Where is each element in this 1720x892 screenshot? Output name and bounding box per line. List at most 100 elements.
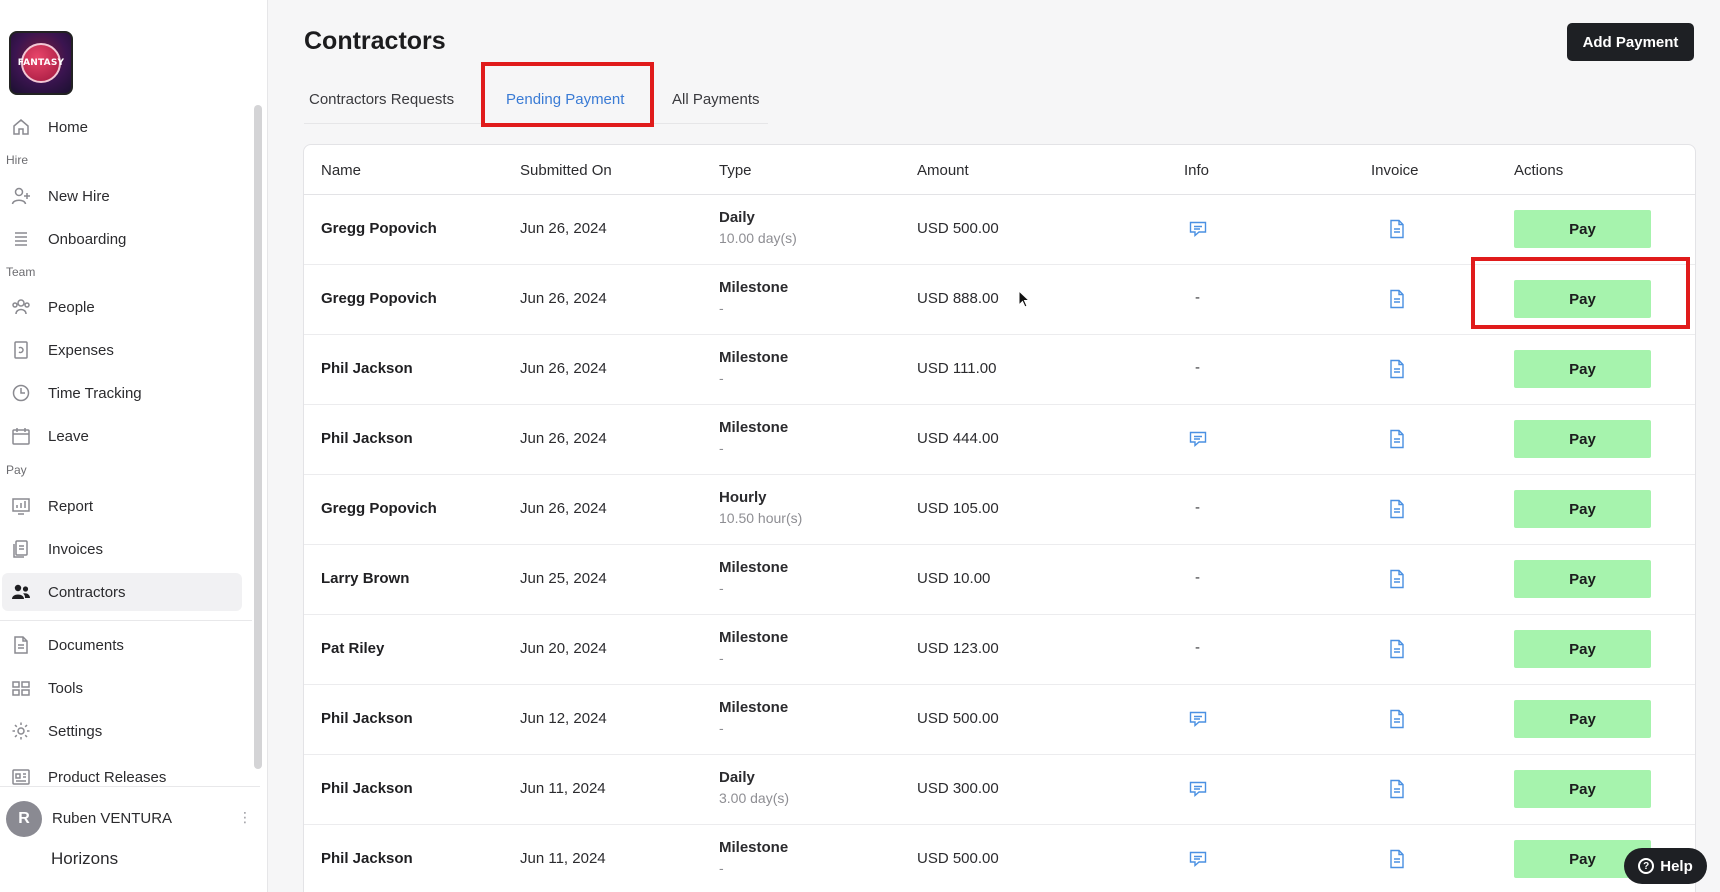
sidebar-item-invoices[interactable]: Invoices	[2, 530, 242, 568]
help-button[interactable]: ? Help	[1624, 848, 1707, 884]
invoice-document-icon[interactable]	[1388, 849, 1408, 869]
sidebar-item-label: Settings	[48, 722, 103, 740]
payment-type: Milestone	[719, 839, 789, 856]
page-title: Contractors	[304, 27, 446, 55]
pay-button[interactable]: Pay	[1514, 350, 1651, 388]
sidebar-divider	[0, 620, 252, 621]
sidebar-item-report[interactable]: Report	[2, 487, 242, 525]
sidebar-item-label: Report	[48, 497, 94, 515]
column-header-type: Type	[719, 162, 752, 179]
payment-type-detail: 3.00 day(s)	[719, 790, 790, 806]
payment-type-detail: -	[719, 440, 724, 456]
invoice-document-icon[interactable]	[1388, 429, 1408, 449]
contractor-name: Gregg Popovich	[321, 290, 437, 307]
submitted-date: Jun 20, 2024	[520, 640, 607, 657]
sidebar-item-label: Invoices	[48, 540, 104, 558]
mouse-cursor-icon	[1018, 290, 1031, 308]
column-header-actions: Actions	[1514, 162, 1564, 179]
payment-type-detail: 10.50 hour(s)	[719, 510, 803, 526]
sidebar-item-settings[interactable]: Settings	[2, 712, 242, 750]
pay-button[interactable]: Pay	[1514, 770, 1651, 808]
comment-icon[interactable]	[1188, 429, 1208, 449]
sidebar-item-label: Product Releases	[48, 768, 167, 786]
sidebar-item-time-tracking[interactable]: Time Tracking	[2, 374, 242, 412]
info-value: -	[1195, 569, 1200, 586]
info-value: -	[1195, 639, 1200, 656]
section-team: Team	[6, 265, 36, 279]
invoice-document-icon[interactable]	[1388, 569, 1408, 589]
amount: USD 500.00	[917, 850, 999, 867]
sidebar-item-label: New Hire	[48, 187, 110, 205]
more-options-icon[interactable]: ⋮	[238, 809, 252, 826]
sidebar-item-tools[interactable]: Tools	[2, 669, 242, 707]
submitted-date: Jun 25, 2024	[520, 570, 607, 587]
column-header-name: Name	[321, 162, 362, 179]
table-row: Gregg Popovich Jun 26, 2024 Hourly 10.50 ho…	[304, 475, 1695, 545]
pay-button[interactable]: Pay	[1514, 490, 1651, 528]
sidebar-item-label: Contractors	[48, 583, 126, 601]
payment-type: Daily	[719, 769, 755, 786]
app-root: FANTASY Home Hire New Hire Onboarding Te…	[0, 0, 1720, 892]
help-icon: ?	[1638, 858, 1655, 874]
info-value: -	[1195, 289, 1200, 306]
pay-button[interactable]: Pay	[1514, 630, 1651, 668]
table-row: Phil Jackson Jun 26, 2024 Milestone - USD 11…	[304, 335, 1695, 405]
company-name: Horizons	[51, 849, 119, 868]
info-value: -	[1195, 359, 1200, 376]
column-header-submitted-on: Submitted On	[520, 162, 612, 179]
sidebar-item-leave[interactable]: Leave	[2, 417, 242, 455]
submitted-date: Jun 26, 2024	[520, 290, 607, 307]
help-label: Help	[1660, 857, 1693, 875]
submitted-date: Jun 11, 2024	[520, 780, 606, 797]
invoice-document-icon[interactable]	[1388, 219, 1408, 239]
sidebar-item-new-hire[interactable]: New Hire	[2, 177, 242, 215]
table-header: Name Submitted On Type Amount Info Invoi…	[304, 145, 1695, 195]
tab-contractors-requests[interactable]: Contractors Requests	[309, 76, 454, 122]
payment-type: Milestone	[719, 699, 789, 716]
column-header-invoice: Invoice	[1371, 162, 1419, 179]
sidebar-scrollbar[interactable]	[254, 105, 262, 769]
invoice-document-icon[interactable]	[1388, 499, 1408, 519]
company-logo[interactable]: FANTASY	[9, 31, 73, 95]
tools-icon	[10, 677, 32, 699]
sidebar-item-expenses[interactable]: Expenses	[2, 331, 242, 369]
sidebar-item-label: Tools	[48, 679, 84, 697]
table-row: Phil Jackson Jun 11, 2024 Daily 3.00 day(s)…	[304, 755, 1695, 825]
table-row: Pat Riley Jun 20, 2024 Milestone - USD 123.0…	[304, 615, 1695, 685]
amount: USD 500.00	[917, 220, 999, 237]
invoice-document-icon[interactable]	[1388, 779, 1408, 799]
sidebar-item-contractors[interactable]: Contractors	[2, 573, 242, 611]
pay-button[interactable]: Pay	[1514, 420, 1651, 458]
sidebar-item-home[interactable]: Home	[2, 108, 242, 146]
column-header-info: Info	[1184, 162, 1210, 179]
contractor-name: Phil Jackson	[321, 360, 413, 377]
add-payment-button[interactable]: Add Payment	[1567, 23, 1694, 61]
contractors-icon	[10, 581, 32, 603]
tab-all-payments[interactable]: All Payments	[672, 76, 760, 122]
pay-button[interactable]: Pay	[1514, 210, 1651, 248]
invoice-document-icon[interactable]	[1388, 709, 1408, 729]
comment-icon[interactable]	[1188, 709, 1208, 729]
invoice-document-icon[interactable]	[1388, 639, 1408, 659]
invoice-document-icon[interactable]	[1388, 289, 1408, 309]
sidebar-item-documents[interactable]: Documents	[2, 626, 242, 664]
submitted-date: Jun 26, 2024	[520, 360, 607, 377]
comment-icon[interactable]	[1188, 219, 1208, 239]
submitted-date: Jun 11, 2024	[520, 850, 606, 867]
section-pay: Pay	[6, 463, 27, 477]
amount: USD 10.00	[917, 570, 991, 587]
calendar-icon	[10, 425, 32, 447]
contractor-name: Phil Jackson	[321, 710, 413, 727]
pay-button[interactable]: Pay	[1514, 560, 1651, 598]
pay-button[interactable]: Pay	[1514, 700, 1651, 738]
user-profile[interactable]: R Ruben VENTURA ⋮ Horizons	[0, 786, 260, 892]
payment-type-detail: -	[719, 860, 724, 876]
submitted-date: Jun 26, 2024	[520, 220, 607, 237]
sidebar-item-people[interactable]: People	[2, 288, 242, 326]
comment-icon[interactable]	[1188, 849, 1208, 869]
invoice-document-icon[interactable]	[1388, 359, 1408, 379]
contractor-name: Phil Jackson	[321, 850, 413, 867]
sidebar-item-label: Documents	[48, 636, 124, 654]
sidebar-item-onboarding[interactable]: Onboarding	[2, 220, 242, 258]
comment-icon[interactable]	[1188, 779, 1208, 799]
